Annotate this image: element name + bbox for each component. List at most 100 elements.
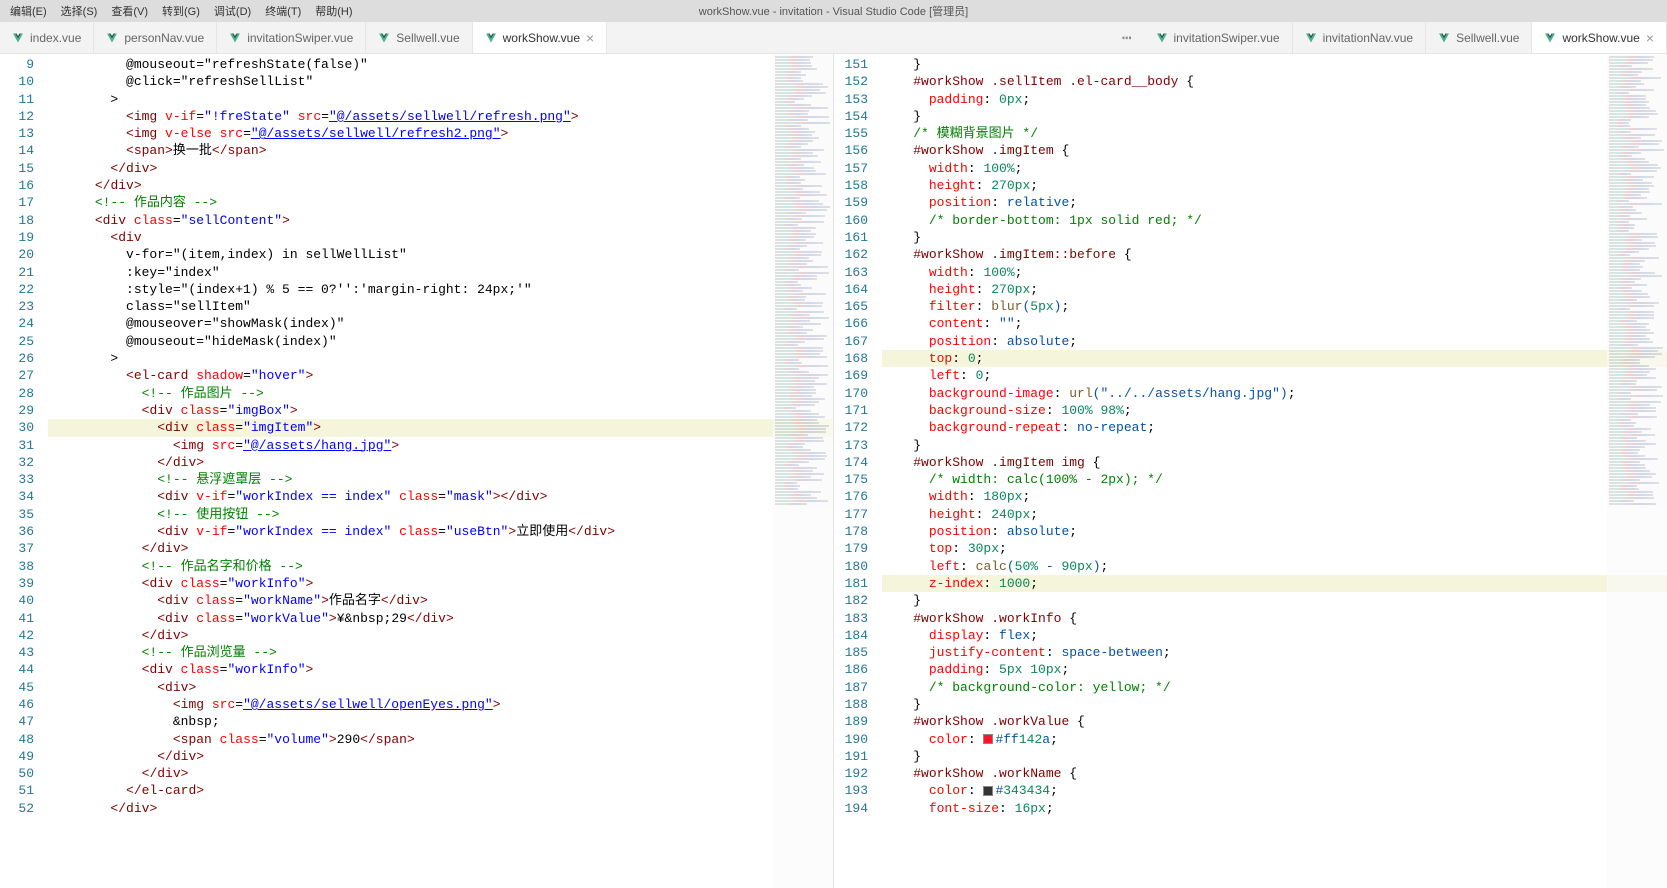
editor-pane-left[interactable]: 9101112131415161718192021222324252627282… [0,54,834,888]
close-icon[interactable]: × [586,30,594,46]
code-line[interactable]: @mouseover="showMask(index)" [48,315,833,332]
code-line[interactable]: /* border-bottom: 1px solid red; */ [882,212,1667,229]
editor-pane-right[interactable]: 1511521531541551561571581591601611621631… [834,54,1667,888]
minimap-right[interactable] [1607,54,1667,888]
code-line[interactable]: </div> [48,540,833,557]
tab-overflow-icon[interactable]: ⋯ [1112,22,1144,53]
code-line[interactable]: /* 模糊背景图片 */ [882,125,1667,142]
code-line[interactable]: width: 180px; [882,488,1667,505]
minimap-left[interactable] [773,54,833,888]
code-line[interactable]: <div class="imgBox"> [48,402,833,419]
code-line[interactable]: &nbsp; [48,713,833,730]
code-line[interactable]: <div class="workValue">¥&nbsp;29</div> [48,610,833,627]
code-line[interactable]: <!-- 作品图片 --> [48,385,833,402]
code-line[interactable]: top: 0; [882,350,1667,367]
code-line[interactable]: content: ""; [882,315,1667,332]
code-line[interactable]: <div class="workInfo"> [48,575,833,592]
menu-item[interactable]: 终端(T) [259,3,307,19]
code-line[interactable]: <span>换一批</span> [48,142,833,159]
code-line[interactable]: <!-- 悬浮遮罩层 --> [48,471,833,488]
code-line[interactable]: <div v-if="workIndex == index" class="us… [48,523,833,540]
code-line[interactable]: background-size: 100% 98%; [882,402,1667,419]
code-line[interactable]: background-image: url("../../assets/hang… [882,385,1667,402]
menu-item[interactable]: 查看(V) [105,3,154,19]
code-line[interactable]: @mouseout="hideMask(index)" [48,333,833,350]
tab-index-vue[interactable]: index.vue [0,22,94,53]
code-line[interactable]: #workShow .workValue { [882,713,1667,730]
code-line[interactable]: display: flex; [882,627,1667,644]
code-line[interactable]: left: calc(50% - 90px); [882,558,1667,575]
tab-invitationSwiper-vue[interactable]: invitationSwiper.vue [1144,22,1293,53]
code-line[interactable]: #workShow .imgItem { [882,142,1667,159]
code-line[interactable]: background-repeat: no-repeat; [882,419,1667,436]
code-line[interactable]: width: 100%; [882,160,1667,177]
tab-personNav-vue[interactable]: personNav.vue [94,22,217,53]
menu-item[interactable]: 转到(G) [156,3,206,19]
code-line[interactable]: <!-- 作品内容 --> [48,194,833,211]
code-line[interactable]: > [48,91,833,108]
code-line[interactable]: <div [48,229,833,246]
code-line[interactable]: #workShow .workName { [882,765,1667,782]
code-line[interactable]: color: #343434; [882,782,1667,799]
code-line[interactable]: } [882,229,1667,246]
close-icon[interactable]: × [1646,30,1654,46]
code-line[interactable]: </div> [48,748,833,765]
code-line[interactable]: <img src="@/assets/sellwell/openEyes.png… [48,696,833,713]
code-line[interactable]: } [882,696,1667,713]
code-line[interactable]: position: absolute; [882,333,1667,350]
code-line[interactable]: padding: 0px; [882,91,1667,108]
menu-item[interactable]: 调试(D) [208,3,257,19]
code-line[interactable]: left: 0; [882,367,1667,384]
code-line[interactable]: <img src="@/assets/hang.jpg"> [48,437,833,454]
code-line[interactable]: filter: blur(5px); [882,298,1667,315]
code-line[interactable]: </el-card> [48,782,833,799]
code-line[interactable]: </div> [48,765,833,782]
tab-invitationSwiper-vue[interactable]: invitationSwiper.vue [217,22,366,53]
code-line[interactable]: top: 30px; [882,540,1667,557]
code-line[interactable]: padding: 5px 10px; [882,661,1667,678]
code-line[interactable]: } [882,56,1667,73]
code-line[interactable]: :style="(index+1) % 5 == 0?'':'margin-ri… [48,281,833,298]
code-line[interactable]: @click="refreshSellList" [48,73,833,90]
code-line[interactable]: :key="index" [48,264,833,281]
code-line[interactable]: position: relative; [882,194,1667,211]
code-left[interactable]: @mouseout="refreshState(false)" @click="… [48,54,833,888]
tab-workShow-vue[interactable]: workShow.vue× [1532,22,1667,53]
menu-item[interactable]: 帮助(H) [309,3,358,19]
code-line[interactable]: height: 270px; [882,281,1667,298]
code-line[interactable]: <div class="workInfo"> [48,661,833,678]
code-line[interactable]: <div class="workName">作品名字</div> [48,592,833,609]
code-line[interactable]: <img v-else src="@/assets/sellwell/refre… [48,125,833,142]
code-line[interactable]: </div> [48,177,833,194]
code-line[interactable]: <el-card shadow="hover"> [48,367,833,384]
code-line[interactable]: @mouseout="refreshState(false)" [48,56,833,73]
code-line[interactable]: <!-- 作品浏览量 --> [48,644,833,661]
code-line[interactable]: <span class="volume">290</span> [48,731,833,748]
code-line[interactable]: class="sellItem" [48,298,833,315]
code-line[interactable]: </div> [48,627,833,644]
code-line[interactable]: <div class="imgItem"> [48,419,833,436]
code-line[interactable]: width: 100%; [882,264,1667,281]
code-line[interactable]: </div> [48,800,833,817]
code-line[interactable]: <!-- 作品名字和价格 --> [48,558,833,575]
code-line[interactable]: <div class="sellContent"> [48,212,833,229]
code-line[interactable]: v-for="(item,index) in sellWellList" [48,246,833,263]
code-line[interactable]: font-size: 16px; [882,800,1667,817]
code-line[interactable]: /* background-color: yellow; */ [882,679,1667,696]
code-line[interactable]: } [882,592,1667,609]
code-line[interactable]: #workShow .sellItem .el-card__body { [882,73,1667,90]
code-line[interactable]: #workShow .imgItem img { [882,454,1667,471]
code-line[interactable]: } [882,748,1667,765]
tab-workShow-vue[interactable]: workShow.vue× [473,22,608,53]
code-line[interactable]: /* width: calc(100% - 2px); */ [882,471,1667,488]
code-line[interactable]: > [48,350,833,367]
menu-item[interactable]: 编辑(E) [4,3,53,19]
code-line[interactable]: color: #ff142a; [882,731,1667,748]
tab-Sellwell-vue[interactable]: Sellwell.vue [366,22,472,53]
code-line[interactable]: height: 240px; [882,506,1667,523]
code-line[interactable]: #workShow .workInfo { [882,610,1667,627]
code-line[interactable]: </div> [48,160,833,177]
menu-item[interactable]: 选择(S) [55,3,104,19]
code-line[interactable]: #workShow .imgItem::before { [882,246,1667,263]
code-line[interactable]: } [882,437,1667,454]
